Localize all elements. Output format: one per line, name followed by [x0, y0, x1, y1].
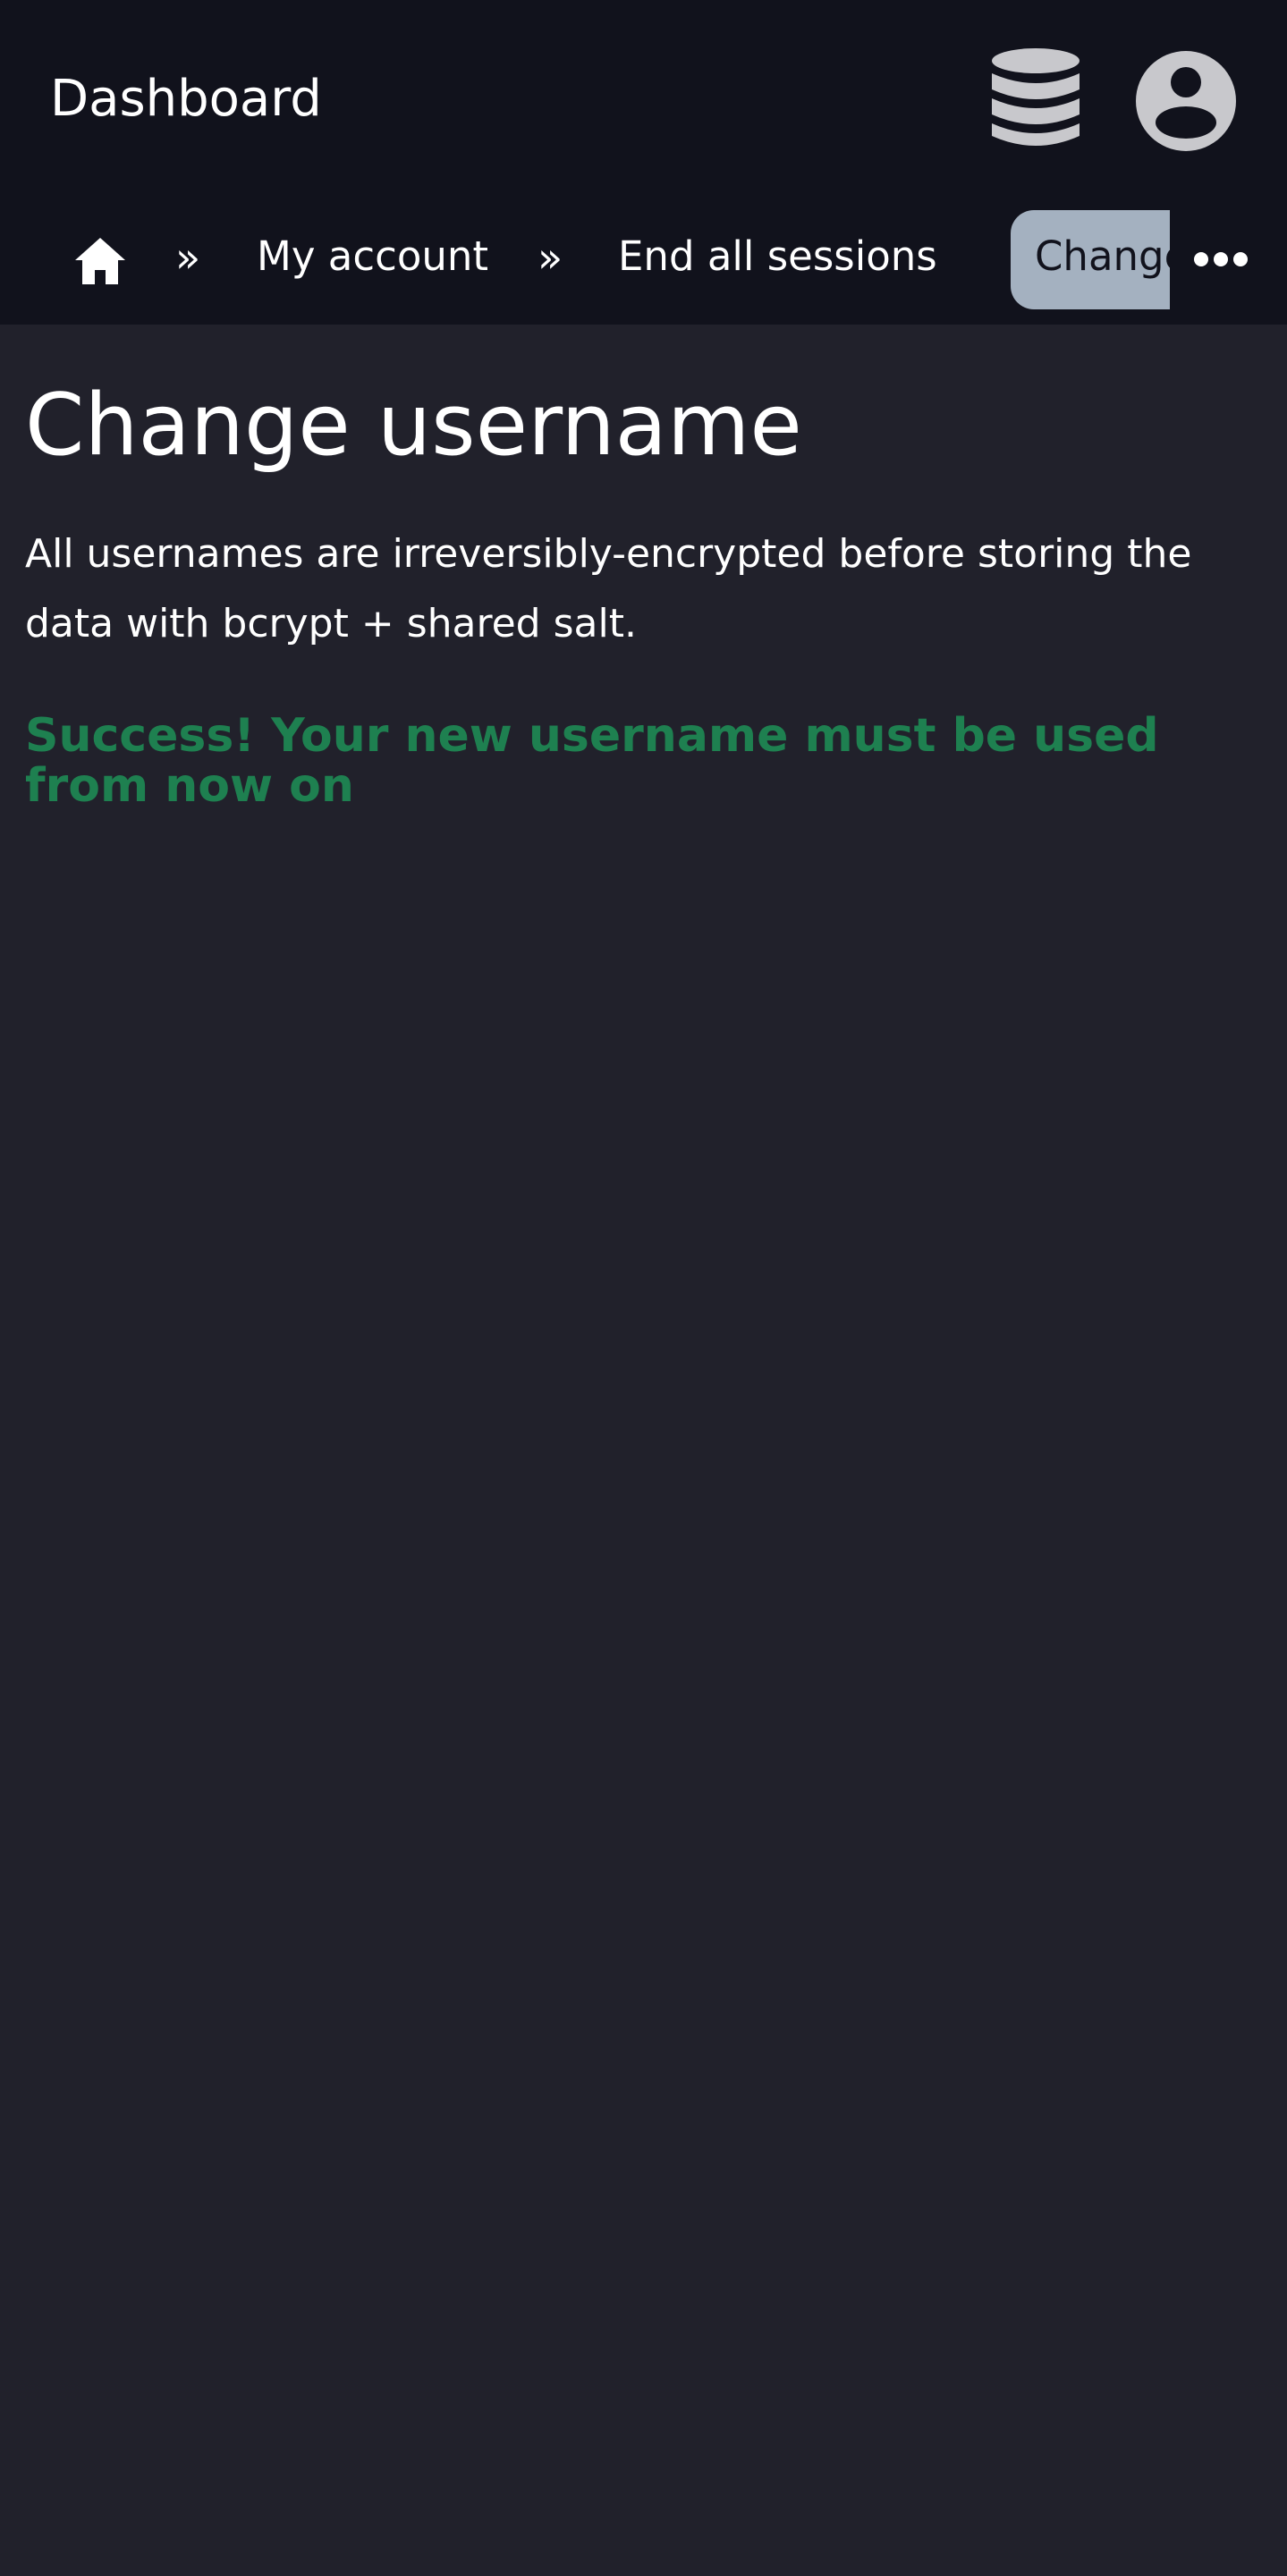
top-bar: Dashboard: [0, 0, 1287, 198]
success-message: Success! Your new username must be used …: [25, 709, 1159, 813]
breadcrumb-separator: »: [175, 233, 201, 282]
breadcrumb-separator: »: [538, 233, 563, 282]
app-header: Dashboard » My account » End all session…: [0, 0, 1287, 325]
breadcrumb-my-account[interactable]: My account: [257, 230, 488, 283]
app-title[interactable]: Dashboard: [50, 68, 322, 131]
breadcrumb-change-username[interactable]: Change username: [1011, 210, 1170, 309]
database-icon[interactable]: [987, 46, 1084, 152]
user-avatar-icon[interactable]: [1134, 49, 1238, 153]
more-horizontal-icon[interactable]: [1193, 245, 1249, 274]
breadcrumb-current-label: Change username: [1035, 232, 1170, 280]
breadcrumb-end-all-sessions[interactable]: End all sessions: [618, 230, 937, 283]
encryption-description: All usernames are irreversibly-encrypted…: [25, 531, 1192, 646]
home-icon[interactable]: [73, 236, 127, 286]
page-title: Change username: [25, 376, 802, 475]
